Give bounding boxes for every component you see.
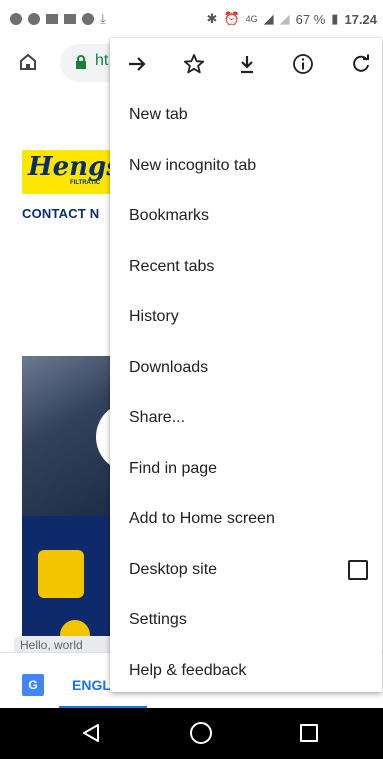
back-icon[interactable] bbox=[82, 723, 100, 743]
refresh-button[interactable] bbox=[348, 51, 374, 77]
menu-item-label: Desktop site bbox=[129, 560, 218, 578]
lock-icon bbox=[76, 55, 86, 69]
menu-item-label: Find in page bbox=[129, 459, 218, 477]
status-right: ✱ ⏰ 4G ◢ ◢ 67 % ▮ 17.24 bbox=[207, 11, 377, 27]
browser-overflow-menu: New tab New incognito tab Bookmarks Rece… bbox=[110, 38, 382, 692]
status-bar: ⤓ ✱ ⏰ 4G ◢ ◢ 67 % ▮ 17.24 bbox=[0, 0, 383, 38]
menu-item-label: Settings bbox=[129, 611, 187, 629]
signal-icon: ◢ bbox=[263, 11, 274, 26]
recents-icon[interactable] bbox=[300, 724, 318, 742]
battery-percent: 67 % bbox=[295, 11, 326, 27]
menu-item-label: Recent tabs bbox=[129, 257, 215, 275]
site-nav[interactable]: CONTACT N bbox=[22, 206, 99, 221]
info-icon bbox=[293, 54, 313, 74]
android-nav-bar bbox=[0, 708, 383, 759]
page-info-button[interactable] bbox=[290, 51, 316, 77]
star-icon bbox=[183, 54, 205, 74]
forward-arrow-icon bbox=[129, 57, 146, 71]
refresh-icon bbox=[353, 54, 369, 72]
messenger-icon bbox=[28, 13, 40, 25]
alarm-icon: ⏰ bbox=[223, 11, 240, 26]
notification-icon bbox=[10, 13, 22, 25]
home-nav-icon[interactable] bbox=[190, 722, 212, 744]
logo-text: Hengs bbox=[28, 152, 117, 182]
menu-item-bookmarks[interactable]: Bookmarks bbox=[110, 191, 382, 242]
bluetooth-icon: ✱ bbox=[206, 11, 218, 26]
gallery-icon bbox=[46, 14, 58, 24]
menu-item-history[interactable]: History bbox=[110, 292, 382, 343]
menu-item-label: History bbox=[129, 308, 179, 326]
filter-product-icon bbox=[38, 550, 84, 598]
menu-item-label: New incognito tab bbox=[129, 156, 257, 174]
menu-item-settings[interactable]: Settings bbox=[110, 595, 382, 646]
download-status-icon: ⤓ bbox=[100, 11, 106, 26]
download-icon bbox=[241, 56, 253, 74]
forward-button[interactable] bbox=[124, 51, 150, 77]
menu-item-label: New tab bbox=[129, 106, 188, 124]
bus-icon bbox=[64, 14, 76, 24]
menu-item-desktop-site[interactable]: Desktop site bbox=[110, 545, 382, 596]
bookmark-button[interactable] bbox=[181, 51, 207, 77]
desktop-site-checkbox[interactable] bbox=[348, 559, 368, 580]
menu-toolbar bbox=[110, 38, 382, 90]
menu-item-label: Help & feedback bbox=[129, 661, 247, 679]
menu-item-new-tab[interactable]: New tab bbox=[110, 90, 382, 141]
menu-item-recent-tabs[interactable]: Recent tabs bbox=[110, 242, 382, 293]
translate-language-tab[interactable]: ENGL bbox=[72, 677, 111, 693]
menu-item-downloads[interactable]: Downloads bbox=[110, 343, 382, 394]
menu-item-label: Share... bbox=[129, 409, 186, 427]
download-button[interactable] bbox=[234, 51, 260, 77]
network-type: 4G bbox=[245, 14, 258, 24]
notification-icons: ⤓ bbox=[0, 11, 106, 27]
menu-item-find-in-page[interactable]: Find in page bbox=[110, 444, 382, 495]
google-translate-icon: G bbox=[22, 674, 44, 696]
sync-icon bbox=[82, 13, 94, 25]
menu-item-help-feedback[interactable]: Help & feedback bbox=[110, 646, 382, 697]
menu-item-label: Bookmarks bbox=[129, 207, 210, 225]
clock: 17.24 bbox=[344, 11, 377, 27]
menu-item-label: Downloads bbox=[129, 358, 209, 376]
url-text: ht bbox=[95, 52, 109, 69]
menu-item-add-to-home-screen[interactable]: Add to Home screen bbox=[110, 494, 382, 545]
menu-item-new-incognito-tab[interactable]: New incognito tab bbox=[110, 141, 382, 192]
site-logo[interactable]: Hengs FILTRATIC bbox=[22, 150, 117, 194]
home-icon[interactable] bbox=[18, 52, 38, 72]
battery-icon: ▮ bbox=[331, 11, 339, 26]
signal-icon-2: ◢ bbox=[279, 11, 290, 26]
menu-item-share[interactable]: Share... bbox=[110, 393, 382, 444]
menu-item-label: Add to Home screen bbox=[129, 510, 275, 528]
logo-subtext: FILTRATIC bbox=[70, 180, 101, 186]
